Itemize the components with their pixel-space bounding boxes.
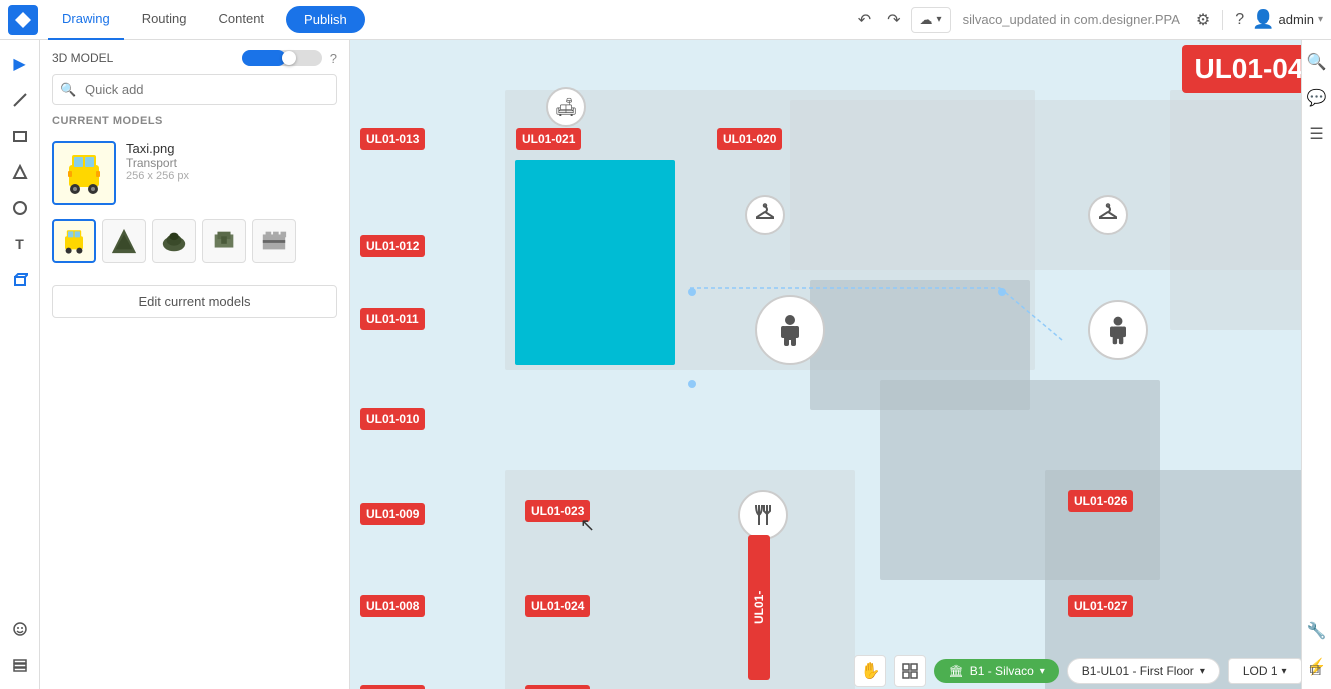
3d-box-tool[interactable] bbox=[4, 264, 36, 296]
tab-drawing[interactable]: Drawing bbox=[48, 0, 124, 40]
room-ul01-012[interactable]: UL01-012 bbox=[360, 235, 425, 257]
variant-2[interactable] bbox=[102, 219, 146, 263]
model-thumbnail[interactable] bbox=[52, 141, 116, 205]
variant-3[interactable] bbox=[152, 219, 196, 263]
building-name: B1 - Silvaco bbox=[970, 664, 1034, 678]
couch-icon: 🛋 bbox=[546, 87, 586, 127]
person-icon-2 bbox=[1088, 300, 1148, 360]
current-models-label: CURRENT MODELS bbox=[52, 115, 337, 127]
user-icon: 👤 bbox=[1252, 9, 1274, 30]
wrench-button[interactable]: 🔧 bbox=[1303, 617, 1331, 645]
connect-dot-3 bbox=[688, 380, 696, 388]
room-ul01-020[interactable]: UL01-020 bbox=[717, 128, 782, 150]
model-name: Taxi.png bbox=[126, 141, 189, 156]
room-ul01-010[interactable]: UL01-010 bbox=[360, 408, 425, 430]
grid-tool[interactable] bbox=[894, 655, 926, 687]
main-area: ▶ T 3D MODEL bbox=[0, 40, 1331, 689]
publish-button[interactable]: Publish bbox=[286, 6, 365, 33]
connect-dot-1 bbox=[688, 288, 696, 296]
lod-value: LOD 1 bbox=[1243, 664, 1278, 678]
connect-dot-2 bbox=[998, 288, 1006, 296]
cyan-room bbox=[515, 160, 675, 365]
menu-button[interactable]: ☰ bbox=[1303, 120, 1331, 148]
user-menu[interactable]: 👤 admin ▾ bbox=[1252, 9, 1323, 30]
room-ul01-011[interactable]: UL01-011 bbox=[360, 308, 425, 330]
search-right-button[interactable]: 🔍 bbox=[1303, 48, 1331, 76]
cloud-status[interactable]: ☁ ▾ bbox=[911, 7, 951, 33]
help-button[interactable]: ? bbox=[1231, 7, 1248, 33]
floor-name: B1-UL01 - First Floor bbox=[1082, 664, 1194, 678]
model-size: 256 x 256 px bbox=[126, 170, 189, 182]
lod-selector[interactable]: LOD 1 ▾ bbox=[1228, 658, 1302, 684]
lod-chevron: ▾ bbox=[1282, 666, 1287, 677]
cloud-icon: ☁ bbox=[920, 12, 933, 28]
model-category: Transport bbox=[126, 156, 189, 170]
rectangle-tool[interactable] bbox=[4, 120, 36, 152]
undo-button[interactable]: ↶ bbox=[852, 6, 877, 34]
fullscreen-button[interactable]: ⧉ bbox=[1310, 662, 1321, 680]
polygon-tool[interactable] bbox=[4, 156, 36, 188]
variant-5[interactable] bbox=[252, 219, 296, 263]
tab-content[interactable]: Content bbox=[205, 0, 279, 40]
room-ul01-021[interactable]: UL01-021 bbox=[516, 128, 581, 150]
variant-taxi[interactable] bbox=[52, 219, 96, 263]
model-toggle-slider[interactable] bbox=[242, 50, 322, 66]
username: admin bbox=[1279, 12, 1314, 27]
map-area[interactable]: 🛋 bbox=[350, 40, 1331, 689]
circle-tool[interactable] bbox=[4, 192, 36, 224]
settings-button[interactable]: ⚙ bbox=[1192, 6, 1214, 34]
model-variants bbox=[52, 219, 337, 263]
search-icon: 🔍 bbox=[60, 82, 76, 98]
tab-routing[interactable]: Routing bbox=[128, 0, 201, 40]
floor-map: 🛋 bbox=[350, 40, 1331, 689]
building-chevron: ▾ bbox=[1040, 666, 1045, 677]
hand-tool[interactable]: ✋ bbox=[854, 655, 886, 687]
left-panel: 3D MODEL ? 🔍 CURRENT MODELS bbox=[40, 40, 350, 689]
bottom-bar: ✋ 🏛 B1 - Silvaco ▾ B1-UL01 - First Floor… bbox=[350, 653, 1331, 689]
floor-chevron: ▾ bbox=[1200, 666, 1205, 677]
line-tool[interactable] bbox=[4, 84, 36, 116]
cursor-tool[interactable]: ▶ bbox=[4, 48, 36, 80]
text-tool[interactable]: T bbox=[4, 228, 36, 260]
building-selector[interactable]: 🏛 B1 - Silvaco ▾ bbox=[934, 659, 1058, 683]
top-nav: Drawing Routing Content Publish ↶ ↷ ☁ ▾ … bbox=[0, 0, 1331, 40]
model-section: 3D MODEL ? 🔍 CURRENT MODELS bbox=[40, 40, 349, 273]
redo-button[interactable]: ↷ bbox=[881, 6, 906, 34]
hanger-icon-1 bbox=[745, 195, 785, 235]
model-3d-label: 3D MODEL bbox=[52, 51, 113, 65]
variant-4[interactable] bbox=[202, 219, 246, 263]
quick-add-input[interactable] bbox=[52, 74, 337, 105]
room-ul01-026[interactable]: UL01-026 bbox=[1068, 490, 1133, 512]
comment-button[interactable]: 💬 bbox=[1303, 84, 1331, 112]
hanger-icon-2 bbox=[1088, 195, 1128, 235]
room-ul01-009[interactable]: UL01-009 bbox=[360, 503, 425, 525]
room-ul01-008[interactable]: UL01-008 bbox=[360, 595, 425, 617]
model-info: Taxi.png Transport 256 x 256 px bbox=[126, 141, 189, 182]
fork-knife-icon bbox=[738, 490, 788, 540]
layers-tool[interactable] bbox=[4, 649, 36, 681]
face-tool[interactable] bbox=[4, 613, 36, 645]
search-wrap: 🔍 bbox=[52, 74, 337, 105]
floor-selector[interactable]: B1-UL01 - First Floor ▾ bbox=[1067, 658, 1220, 684]
cloud-chevron: ▾ bbox=[937, 14, 942, 25]
edit-models-button[interactable]: Edit current models bbox=[52, 285, 337, 318]
right-icon-bar: 🔍 💬 ☰ 🔧 ⚡ bbox=[1301, 40, 1331, 689]
room-ul01-027[interactable]: UL01-027 bbox=[1068, 595, 1133, 617]
model-item: Taxi.png Transport 256 x 256 px bbox=[52, 137, 337, 209]
room-ul01-013[interactable]: UL01-013 bbox=[360, 128, 425, 150]
left-icon-bar: ▶ T bbox=[0, 40, 40, 689]
user-chevron: ▾ bbox=[1318, 14, 1323, 25]
app-logo[interactable] bbox=[8, 5, 38, 35]
filename: silvaco_updated in com.designer.PPA bbox=[963, 12, 1180, 27]
building-icon: 🏛 bbox=[948, 664, 963, 678]
model-help-icon[interactable]: ? bbox=[330, 51, 337, 66]
person-icon-1 bbox=[755, 295, 825, 365]
room-ul01-023[interactable]: UL01-023 bbox=[525, 500, 590, 522]
room-ul01-024[interactable]: UL01-024 bbox=[525, 595, 590, 617]
